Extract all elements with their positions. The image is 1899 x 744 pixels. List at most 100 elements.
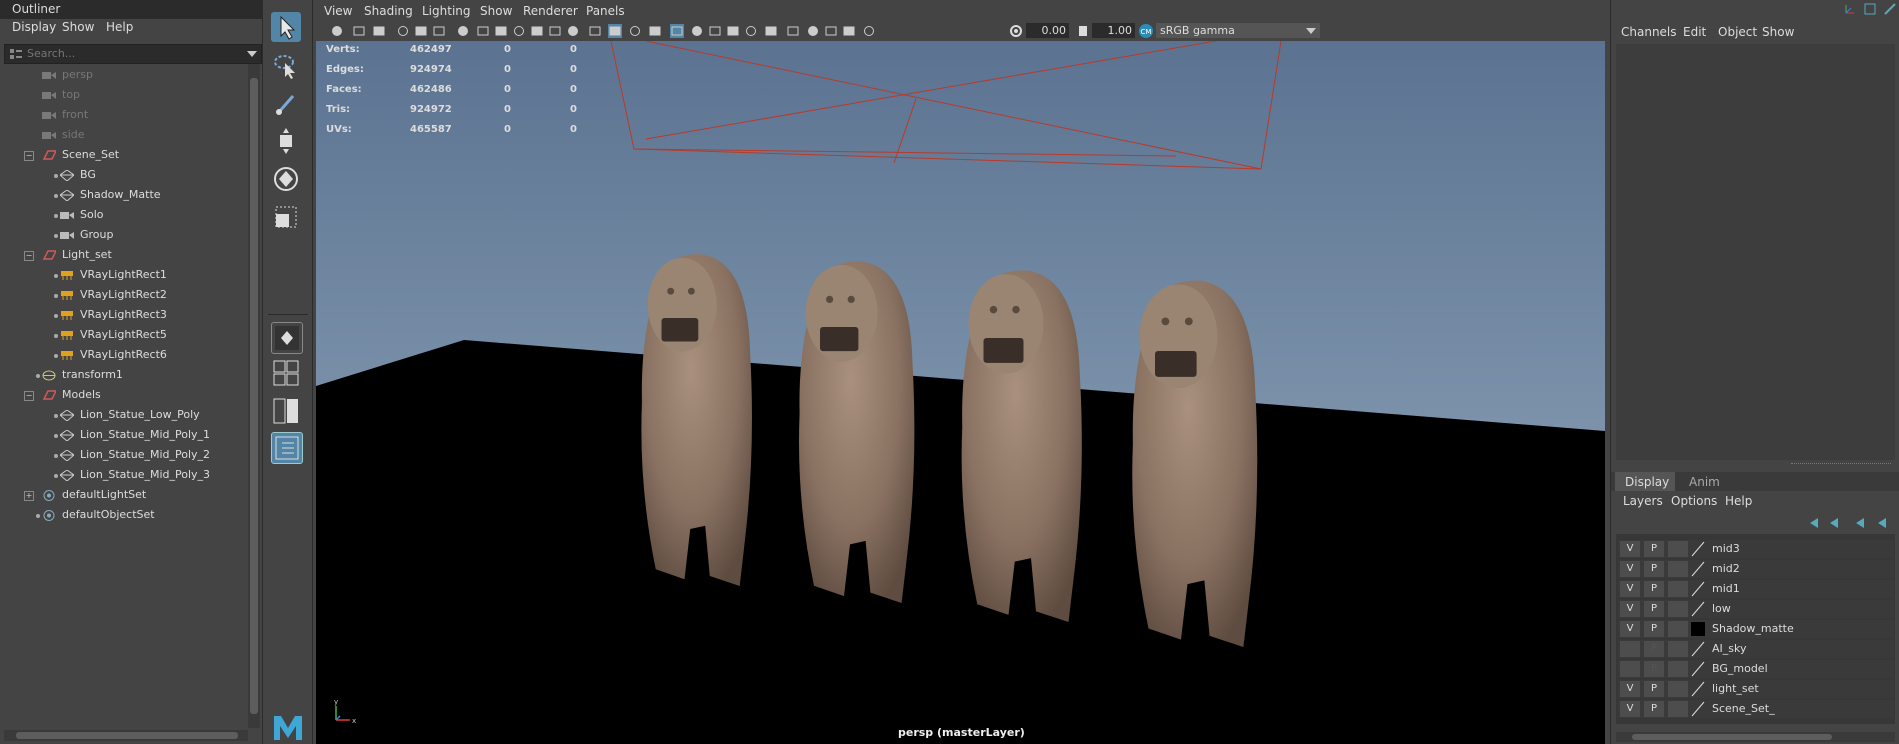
new-layer-icon[interactable] bbox=[1856, 518, 1864, 528]
move-tool-button[interactable] bbox=[271, 126, 301, 156]
outliner-item[interactable]: side bbox=[42, 128, 85, 146]
paint-select-tool-button[interactable] bbox=[271, 88, 301, 118]
layer-row[interactable]: V Plow bbox=[1618, 600, 1894, 618]
layer-display-type-toggle[interactable] bbox=[1668, 701, 1688, 717]
panel-splitter[interactable] bbox=[1791, 463, 1891, 466]
outliner-item[interactable]: VRayLightRect3 bbox=[60, 308, 167, 326]
layer-playback-toggle[interactable]: P bbox=[1644, 621, 1664, 637]
layer-color-swatch[interactable] bbox=[1690, 581, 1706, 597]
move-layer-down-icon[interactable] bbox=[1830, 518, 1838, 528]
outliner-item[interactable]: Models bbox=[42, 388, 101, 406]
channels-menu-edit[interactable]: Edit bbox=[1683, 25, 1706, 39]
layer-visibility-toggle[interactable]: V bbox=[1620, 581, 1640, 597]
exposure-field[interactable]: 0.00 bbox=[1026, 23, 1069, 38]
select-tool-button[interactable] bbox=[271, 12, 301, 42]
move-layer-up-icon[interactable] bbox=[1810, 518, 1818, 528]
bookmark-icon[interactable] bbox=[372, 24, 386, 38]
anti-aliasing-icon[interactable] bbox=[764, 24, 778, 38]
safe-action-icon[interactable] bbox=[548, 24, 562, 38]
layer-visibility-toggle[interactable]: V bbox=[1620, 701, 1640, 717]
image-plane-icon[interactable] bbox=[396, 24, 410, 38]
outliner-item[interactable]: Scene_Set bbox=[42, 148, 119, 166]
viewport-menu-lighting[interactable]: Lighting bbox=[422, 4, 471, 18]
outliner-item[interactable]: BG bbox=[59, 168, 96, 186]
layer-display-type-toggle[interactable] bbox=[1668, 541, 1688, 557]
shadows-icon[interactable] bbox=[708, 24, 722, 38]
layer-visibility-toggle[interactable]: V bbox=[1620, 541, 1640, 557]
viewport-3d[interactable]: y x persp (masterLayer) bbox=[316, 41, 1605, 744]
layer-playback-toggle[interactable]: P bbox=[1644, 641, 1664, 657]
grid-icon[interactable] bbox=[456, 24, 470, 38]
xray-icon[interactable] bbox=[670, 24, 684, 38]
layer-visibility-toggle[interactable] bbox=[1620, 641, 1640, 657]
outliner-vertical-scrollbar[interactable] bbox=[248, 64, 260, 728]
layer-color-swatch[interactable] bbox=[1690, 701, 1706, 717]
outliner-item[interactable]: defaultObjectSet bbox=[42, 508, 155, 526]
field-chart-icon[interactable] bbox=[530, 24, 544, 38]
outliner-item[interactable]: VRayLightRect2 bbox=[60, 288, 167, 306]
select-camera-icon[interactable] bbox=[330, 24, 344, 38]
safe-title-icon[interactable] bbox=[566, 24, 580, 38]
outliner-item[interactable]: Lion_Statue_Mid_Poly_3 bbox=[59, 468, 210, 486]
gate-mask-icon[interactable] bbox=[512, 24, 526, 38]
scale-tool-button[interactable] bbox=[271, 202, 301, 232]
outliner-horizontal-scrollbar[interactable] bbox=[4, 730, 248, 741]
resolution-gate-icon[interactable] bbox=[494, 24, 508, 38]
layer-color-swatch[interactable] bbox=[1690, 601, 1706, 617]
layer-color-swatch[interactable] bbox=[1690, 561, 1706, 577]
default-material-icon[interactable] bbox=[628, 24, 642, 38]
layer-display-type-toggle[interactable] bbox=[1668, 561, 1688, 577]
layer-display-type-toggle[interactable] bbox=[1668, 641, 1688, 657]
smooth-shade-icon[interactable] bbox=[608, 24, 622, 38]
outliner-item[interactable]: transform1 bbox=[42, 368, 123, 386]
gamma-field[interactable]: 1.00 bbox=[1092, 23, 1135, 38]
outliner-search-box[interactable] bbox=[4, 44, 262, 64]
layer-playback-toggle[interactable]: P bbox=[1644, 541, 1664, 557]
layer-visibility-toggle[interactable]: V bbox=[1620, 681, 1640, 697]
layer-display-type-toggle[interactable] bbox=[1668, 681, 1688, 697]
collapse-icon[interactable]: − bbox=[24, 251, 34, 261]
rotate-tool-button[interactable] bbox=[271, 164, 301, 194]
outliner-item[interactable]: VRayLightRect6 bbox=[60, 348, 167, 366]
layer-display-type-toggle[interactable] bbox=[1668, 621, 1688, 637]
gamma-icon[interactable] bbox=[1076, 24, 1090, 38]
layer-color-swatch[interactable] bbox=[1690, 681, 1706, 697]
outliner-item[interactable]: persp bbox=[42, 68, 93, 86]
filter-icon[interactable] bbox=[9, 48, 23, 60]
use-all-lights-icon[interactable] bbox=[690, 24, 704, 38]
layer-color-swatch[interactable] bbox=[1690, 621, 1706, 637]
chevron-down-icon[interactable] bbox=[1306, 28, 1316, 34]
lasso-tool-button[interactable] bbox=[271, 50, 301, 80]
two-view-button[interactable] bbox=[271, 396, 301, 426]
layer-playback-toggle[interactable]: P bbox=[1644, 701, 1664, 717]
exposure-icon[interactable] bbox=[1009, 24, 1023, 38]
outliner-item[interactable]: Lion_Statue_Low_Poly bbox=[59, 408, 200, 426]
outliner-item[interactable]: Lion_Statue_Mid_Poly_1 bbox=[59, 428, 210, 446]
layer-row[interactable]: V P Scene_Set_ bbox=[1618, 700, 1894, 718]
color-space-dropdown[interactable]: sRGB gamma bbox=[1156, 23, 1320, 38]
layer-row[interactable]: V Plight_set bbox=[1618, 680, 1894, 698]
collapse-icon[interactable]: − bbox=[24, 391, 34, 401]
outliner-item[interactable]: VRayLightRect1 bbox=[60, 268, 167, 286]
layer-visibility-toggle[interactable]: V bbox=[1620, 561, 1640, 577]
new-layer-selected-icon[interactable] bbox=[1878, 518, 1886, 528]
outliner-item[interactable]: top bbox=[42, 88, 80, 106]
layer-playback-toggle[interactable]: P bbox=[1644, 681, 1664, 697]
layer-menu-help[interactable]: Help bbox=[1725, 494, 1752, 508]
outliner-layout-button[interactable] bbox=[271, 432, 303, 464]
layer-playback-toggle[interactable]: P bbox=[1644, 561, 1664, 577]
scrollbar-thumb[interactable] bbox=[16, 732, 238, 739]
layer-playback-toggle[interactable]: P bbox=[1644, 581, 1664, 597]
layer-visibility-toggle[interactable]: V bbox=[1620, 601, 1640, 617]
outliner-menu-display[interactable]: Display bbox=[12, 20, 56, 34]
motion-blur-icon[interactable] bbox=[744, 24, 758, 38]
viewport-menu-panels[interactable]: Panels bbox=[586, 4, 625, 18]
attribute-editor-icon[interactable] bbox=[1863, 2, 1877, 16]
xray-joints-icon[interactable] bbox=[806, 24, 820, 38]
layer-menu-layers[interactable]: Layers bbox=[1623, 494, 1663, 508]
layer-visibility-toggle[interactable]: V bbox=[1620, 621, 1640, 637]
viewport-menu-renderer[interactable]: Renderer bbox=[523, 4, 578, 18]
layer-color-swatch[interactable] bbox=[1690, 641, 1706, 657]
channels-menu-object[interactable]: Object bbox=[1718, 25, 1757, 39]
film-gate-icon[interactable] bbox=[476, 24, 490, 38]
